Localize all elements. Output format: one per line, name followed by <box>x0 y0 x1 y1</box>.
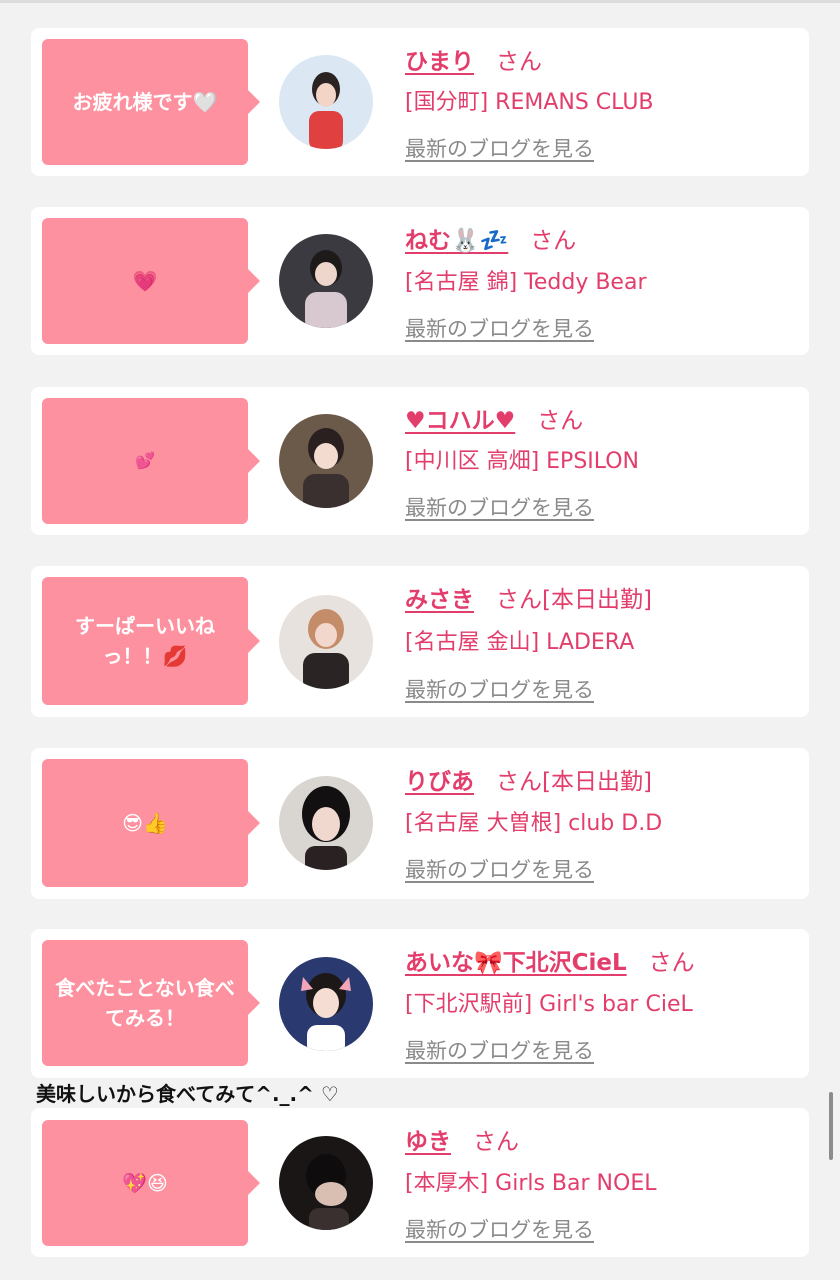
comment-bubble: 💗 <box>42 218 260 344</box>
comment-bubble: すーぱーいいねっ！！💋 <box>42 577 260 705</box>
shop-label: [国分町] REMANS CLUB <box>405 90 654 115</box>
latest-blog-link[interactable]: 最新のブログを見る <box>405 854 594 884</box>
bubble-text: 食べたことない食べてみる！ <box>55 976 235 1030</box>
avatar[interactable] <box>279 414 373 508</box>
comment-bubble: 💖😆 <box>42 1120 260 1246</box>
bubble-text: お疲れ様です🤍 <box>72 90 218 114</box>
bubble-text: 💕 <box>135 451 155 470</box>
name-suffix: さん <box>530 228 577 254</box>
blog-card-4: すーぱーいいねっ！！💋 みさき さん[本日出勤] [名古屋 金山] LADERA … <box>31 566 809 717</box>
blog-card-7: 💖😆 ゆき さん [本厚木] Girls Bar NOEL 最新のブログを見る <box>31 1108 809 1257</box>
name-suffix: さん <box>496 769 542 795</box>
top-divider <box>0 0 840 3</box>
shop-label: [名古屋 大曽根] club D.D <box>405 811 663 836</box>
shop-label: [下北沢駅前] Girl's bar CieL <box>405 992 693 1017</box>
shop-label: [本厚木] Girls Bar NOEL <box>405 1171 657 1196</box>
latest-blog-link[interactable]: 最新のブログを見る <box>405 313 594 343</box>
name-line: ねむ🐰💤 さん <box>405 221 576 255</box>
latest-blog-link[interactable]: 最新のブログを見る <box>405 1214 594 1244</box>
avatar[interactable] <box>279 1136 373 1230</box>
name-suffix: さん <box>537 408 584 434</box>
blog-card-3: 💕 ♥コハル♥ さん [中川区 高畑] EPSILON 最新のブログを見る <box>31 387 809 535</box>
blog-card-6: 食べたことない食べてみる！ あいな🎀下北沢CieL さん [下北沢駅前] Girl… <box>31 929 809 1078</box>
latest-blog-link[interactable]: 最新のブログを見る <box>405 492 594 522</box>
name-suffix: さん <box>496 587 542 613</box>
latest-blog-link[interactable]: 最新のブログを見る <box>405 674 594 704</box>
latest-blog-link[interactable]: 最新のブログを見る <box>405 133 594 163</box>
bubble-text: 😎👍 <box>122 811 168 835</box>
name-suffix: さん <box>473 1129 519 1155</box>
comment-bubble: お疲れ様です🤍 <box>42 39 260 165</box>
name-line: あいな🎀下北沢CieL さん <box>405 943 695 977</box>
cast-name-link[interactable]: ゆき <box>405 1129 451 1155</box>
blog-card-2: 💗 ねむ🐰💤 さん [名古屋 錦] Teddy Bear 最新のブログを見る <box>31 207 809 355</box>
shop-label: [名古屋 金山] LADERA <box>405 630 635 655</box>
latest-blog-link[interactable]: 最新のブログを見る <box>405 1035 594 1065</box>
scrollbar[interactable] <box>829 1092 833 1160</box>
cast-name-link[interactable]: りびあ <box>405 769 474 795</box>
shop-label: [中川区 高畑] EPSILON <box>405 449 640 474</box>
comment-bubble: 💕 <box>42 398 260 524</box>
avatar[interactable] <box>279 595 373 689</box>
shop-label: [名古屋 錦] Teddy Bear <box>405 270 647 295</box>
cast-name-link[interactable]: みさき <box>405 587 474 613</box>
name-suffix: さん <box>496 49 542 75</box>
name-line: ♥コハル♥ さん <box>405 401 583 435</box>
comment-text: 美味しいから食べてみて^._.^ ♡ <box>36 1082 339 1106</box>
avatar[interactable] <box>279 957 373 1051</box>
bubble-text: すーぱーいいねっ！！💋 <box>75 614 215 668</box>
avatar[interactable] <box>279 234 373 328</box>
comment-bubble: 食べたことない食べてみる！ <box>42 940 260 1066</box>
avatar[interactable] <box>279 776 373 870</box>
cast-name-link[interactable]: あいな🎀下北沢CieL <box>405 950 627 976</box>
name-line: ひまり さん <box>405 42 542 76</box>
name-line: りびあ さん[本日出勤] <box>405 762 652 796</box>
cast-name-link[interactable]: ひまり <box>405 49 474 75</box>
avatar[interactable] <box>279 55 373 149</box>
cast-name-link[interactable]: ねむ🐰💤 <box>405 228 508 254</box>
cast-name-link[interactable]: ♥コハル♥ <box>405 408 515 434</box>
name-line: みさき さん[本日出勤] <box>405 580 652 614</box>
bubble-text: 💖😆 <box>122 1171 168 1195</box>
on-duty-badge: [本日出勤] <box>542 769 652 795</box>
on-duty-badge: [本日出勤] <box>542 587 652 613</box>
bubble-text: 💗 <box>132 269 158 293</box>
name-suffix: さん <box>648 950 695 976</box>
blog-card-1: お疲れ様です🤍 ひまり さん [国分町] REMANS CLUB 最新のブログを見… <box>31 28 809 176</box>
comment-bubble: 😎👍 <box>42 759 260 887</box>
blog-card-5: 😎👍 りびあ さん[本日出勤] [名古屋 大曽根] club D.D 最新のブログ… <box>31 748 809 899</box>
name-line: ゆき さん <box>405 1122 519 1156</box>
